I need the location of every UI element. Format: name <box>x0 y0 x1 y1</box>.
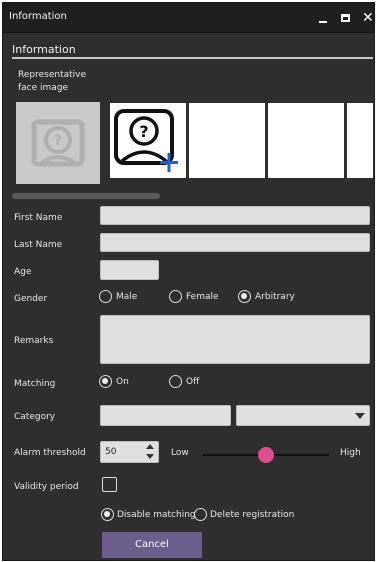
first-name-label: First Name <box>14 213 63 223</box>
gender-female-label: Female <box>186 292 219 302</box>
category-dropdown[interactable] <box>236 405 370 426</box>
gender-arbitrary-radio[interactable] <box>238 290 251 303</box>
face-slot[interactable] <box>189 103 265 178</box>
alarm-threshold-field[interactable]: 50 <box>100 441 159 463</box>
close-icon[interactable]: ✕ <box>359 9 376 27</box>
title-bar[interactable]: Information ✕ <box>3 3 374 33</box>
disable-matching-label: Disable matching <box>117 510 196 520</box>
remarks-field[interactable] <box>100 315 370 364</box>
alarm-threshold-value: 50 <box>105 447 117 457</box>
delete-registration-label: Delete registration <box>210 510 295 520</box>
alarm-threshold-label: Alarm threshold <box>14 448 86 458</box>
matching-on-label: On <box>116 377 129 387</box>
face-slot[interactable] <box>268 103 344 178</box>
add-face-icon: ? <box>114 109 178 172</box>
maximize-icon[interactable] <box>337 9 355 27</box>
horizontal-scrollbar[interactable] <box>12 193 160 199</box>
validity-period-label: Validity period <box>14 482 79 492</box>
svg-text:?: ? <box>54 133 62 149</box>
face-slot[interactable] <box>347 103 373 178</box>
delete-registration-radio[interactable] <box>194 508 207 521</box>
age-label: Age <box>14 267 32 277</box>
cancel-button[interactable]: Cancel <box>102 532 202 558</box>
face-placeholder-icon: ? <box>31 119 85 167</box>
gender-label: Gender <box>14 294 48 304</box>
gender-male-label: Male <box>116 292 138 302</box>
first-name-field[interactable] <box>100 206 370 225</box>
matching-label: Matching <box>14 379 56 389</box>
window-title: Information <box>9 11 67 22</box>
gender-arbitrary-label: Arbitrary <box>255 292 295 302</box>
remarks-label: Remarks <box>14 336 54 346</box>
validity-period-checkbox[interactable] <box>102 477 117 492</box>
svg-text:?: ? <box>139 122 148 141</box>
last-name-label: Last Name <box>14 240 63 250</box>
age-field[interactable] <box>100 260 159 280</box>
representative-face-label: Representative face image <box>18 70 87 93</box>
matching-off-radio[interactable] <box>169 375 182 388</box>
matching-off-label: Off <box>186 377 200 387</box>
last-name-field[interactable] <box>100 233 370 252</box>
gender-female-radio[interactable] <box>169 290 182 303</box>
category-label: Category <box>14 412 56 422</box>
chevron-down-icon <box>355 413 365 419</box>
minimize-icon[interactable] <box>314 9 332 27</box>
matching-on-radio[interactable] <box>99 375 112 388</box>
gender-male-radio[interactable] <box>99 290 112 303</box>
add-face-button[interactable]: ? <box>110 103 186 178</box>
information-window: Information ✕ Information Representative… <box>2 2 375 561</box>
threshold-high-label: High <box>340 448 361 458</box>
threshold-low-label: Low <box>171 448 189 458</box>
section-title: Information <box>12 43 76 56</box>
default-face-thumbnail[interactable]: ? <box>16 102 100 184</box>
stepper-arrows-icon[interactable] <box>144 441 156 463</box>
disable-matching-radio[interactable] <box>101 508 114 521</box>
category-field[interactable] <box>100 405 231 426</box>
threshold-slider-thumb[interactable] <box>258 447 274 463</box>
section-divider <box>12 57 373 59</box>
